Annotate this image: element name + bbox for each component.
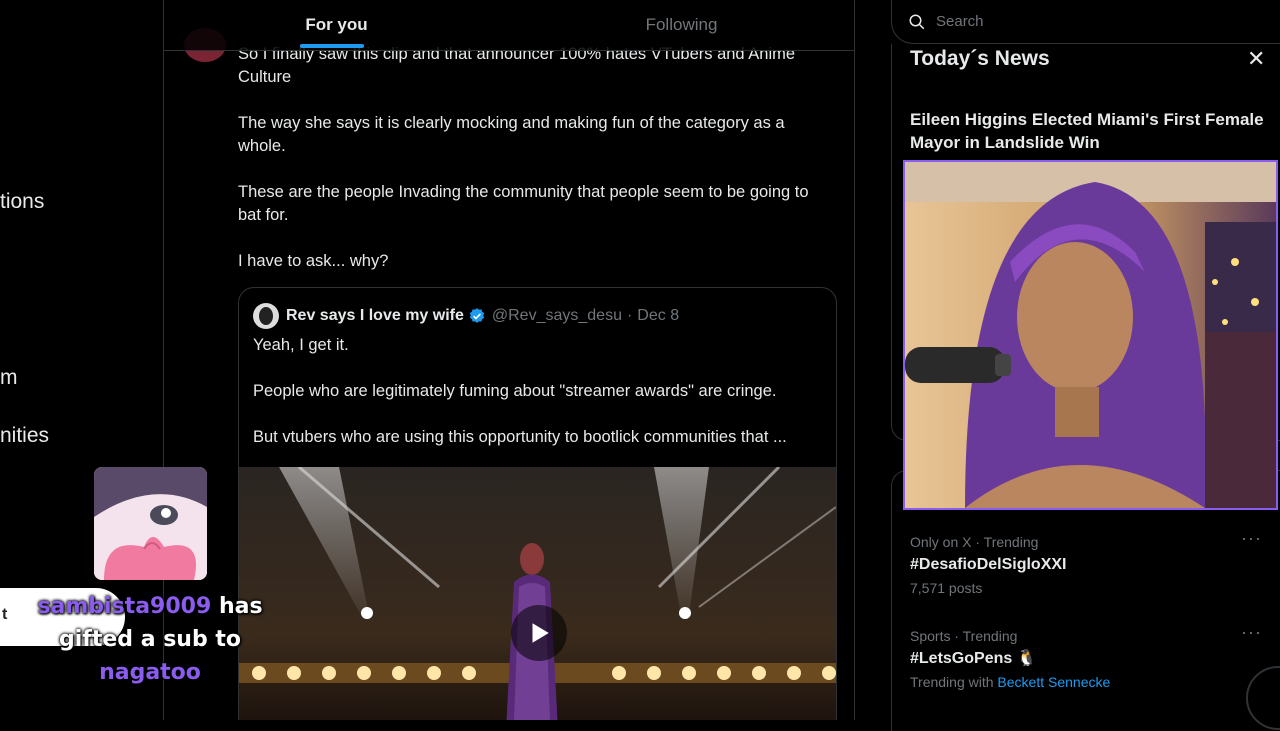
- gifter-username: sambista9009: [37, 594, 212, 619]
- quoted-author-name[interactable]: Rev says I love my wife: [286, 307, 464, 325]
- nav-item-notifications[interactable]: tions: [0, 190, 44, 214]
- alert-text-gifted: gifted a sub to: [58, 627, 241, 652]
- play-icon: [532, 623, 549, 643]
- gifter-avatar: [94, 467, 207, 580]
- search-bar[interactable]: [891, 0, 1280, 44]
- anime-avatar-image: [94, 467, 207, 580]
- nav-item-communities[interactable]: nities: [0, 424, 49, 448]
- more-options-icon[interactable]: ···: [1241, 528, 1262, 549]
- verified-badge-icon: [469, 308, 485, 323]
- close-icon[interactable]: ✕: [1247, 46, 1265, 72]
- active-tab-indicator: [300, 44, 364, 48]
- trend-item[interactable]: Sports · Trending #LetsGoPens 🐧 Trending…: [910, 622, 1270, 692]
- search-input[interactable]: [934, 12, 1238, 31]
- alert-text-has: has: [211, 594, 263, 619]
- tab-following[interactable]: Following: [509, 0, 854, 50]
- tweet-paragraph: I have to ask... why?: [238, 252, 389, 270]
- quoted-author-handle[interactable]: @Rev_says_desu: [492, 307, 622, 325]
- news-headline[interactable]: Eileen Higgins Elected Miami's First Fem…: [910, 108, 1270, 154]
- trend-name: #LetsGoPens 🐧: [910, 650, 1037, 667]
- trend-related-label: Trending with: [910, 674, 994, 690]
- quoted-author-avatar[interactable]: [253, 303, 279, 329]
- trend-post-count: 7,571 posts: [910, 580, 983, 596]
- trend-related-link[interactable]: Beckett Sennecke: [997, 674, 1110, 690]
- tweet-paragraph: The way she says it is clearly mocking a…: [238, 114, 785, 155]
- recipient-username: nagatoo: [99, 660, 201, 685]
- alert-bubble-text: t: [2, 606, 8, 623]
- quoted-paragraph: People who are legitimately fuming about…: [253, 382, 777, 400]
- quoted-paragraph: But vtubers who are using this opportuni…: [253, 428, 787, 446]
- meta-separator: ·: [626, 307, 633, 324]
- more-options-icon[interactable]: ···: [1241, 622, 1262, 643]
- tab-for-you[interactable]: For you: [164, 0, 509, 50]
- tweet-text: So I finally saw this clip and that anno…: [238, 43, 828, 296]
- trend-item[interactable]: Only on X · Trending #DesafioDelSigloXXI…: [910, 528, 1270, 598]
- timeline-tabs: For you Following: [164, 0, 854, 51]
- nav-item-premium[interactable]: m: [0, 366, 18, 390]
- webcam-overlay: [903, 160, 1278, 510]
- stage-scene-image: [239, 467, 836, 720]
- video-play-button[interactable]: [511, 605, 567, 661]
- trend-meta: Only on X · Trending: [910, 534, 1039, 550]
- todays-news-title: Today´s News: [910, 47, 1050, 70]
- video-thumbnail[interactable]: [239, 467, 836, 720]
- quoted-tweet-text: Yeah, I get it. People who are legitimat…: [253, 334, 823, 472]
- quoted-tweet-header: Rev says I love my wife @Rev_says_desu ·…: [253, 303, 679, 329]
- quoted-paragraph: Yeah, I get it.: [253, 336, 349, 354]
- trend-meta: Sports · Trending: [910, 628, 1018, 644]
- quoted-tweet-date[interactable]: Dec 8: [637, 307, 679, 325]
- tweet-paragraph: These are the people Invading the commun…: [238, 183, 809, 224]
- search-icon: [909, 14, 925, 29]
- streamer-webcam-image: [905, 162, 1276, 508]
- sub-gift-alert: sambista9009 has gifted a sub to nagatoo: [30, 590, 270, 689]
- trend-related: Trending with Beckett Sennecke: [910, 672, 1270, 692]
- quoted-tweet-card[interactable]: Rev says I love my wife @Rev_says_desu ·…: [238, 287, 837, 720]
- trend-name: #DesafioDelSigloXXI: [910, 556, 1067, 573]
